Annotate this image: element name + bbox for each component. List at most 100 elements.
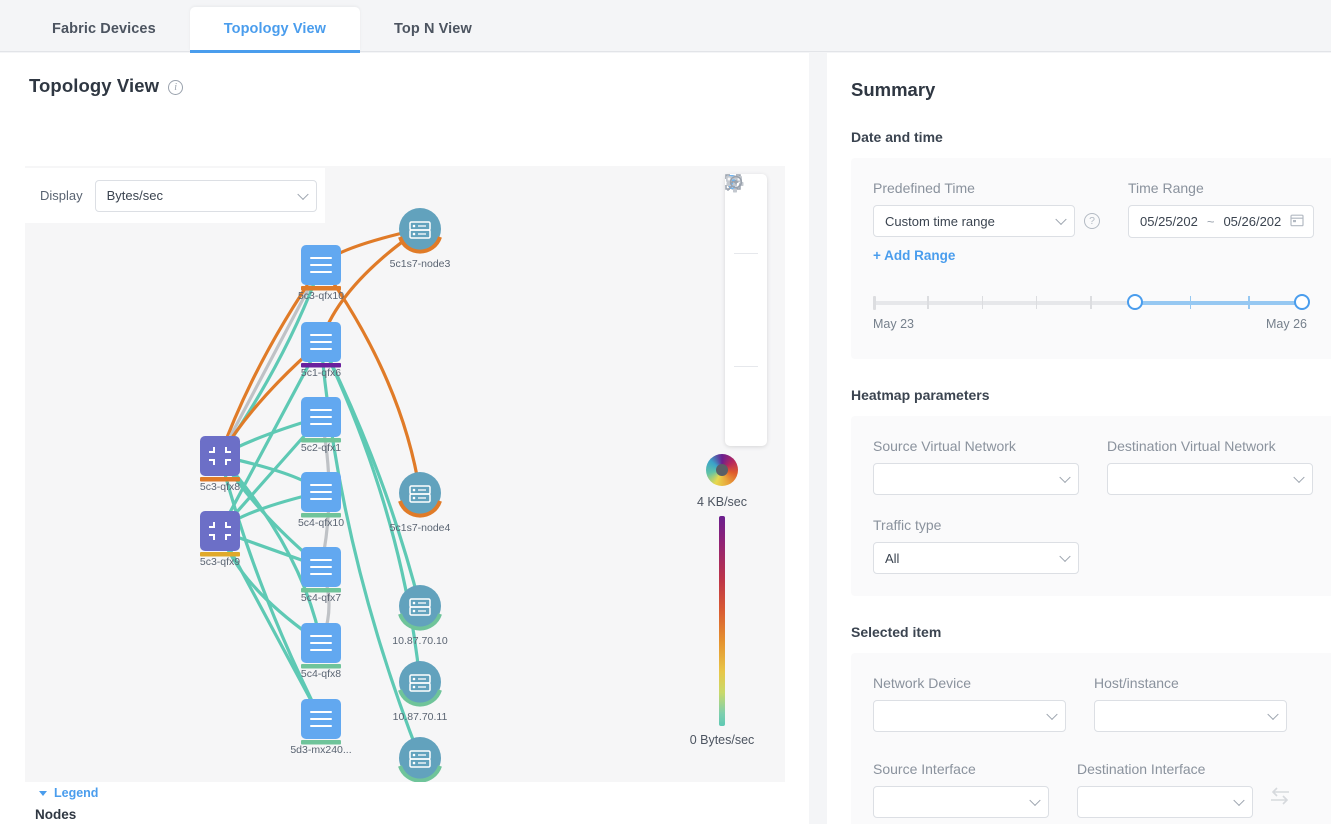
topology-node-spine[interactable]: 5c3-qfx8	[200, 436, 240, 493]
display-select[interactable]: Bytes/sec	[94, 179, 317, 212]
traffic-type-select[interactable]: All	[873, 542, 1079, 574]
time-range-separator: ~	[1206, 214, 1215, 229]
source-interface-label: Source Interface	[873, 761, 976, 777]
topology-node-label: 5c4-qfx8	[301, 668, 341, 680]
topology-node-label: 5c1s7-node3	[390, 258, 451, 270]
topology-node-host[interactable]: 5c1s7-node4	[390, 472, 451, 534]
traffic-type-label: Traffic type	[873, 517, 942, 533]
slider-fill	[1135, 301, 1304, 305]
topology-node-host[interactable]: 10.87.70.11	[393, 661, 448, 723]
topology-node-leaf[interactable]: 5c4-qfx10	[298, 472, 344, 529]
chevron-down-icon	[1029, 794, 1041, 807]
topology-node-label: 5c2-qfx1	[301, 442, 341, 454]
destination-virtual-network-label: Destination Virtual Network	[1107, 438, 1276, 454]
info-icon[interactable]: i	[168, 80, 184, 95]
graph-toolbar	[725, 174, 767, 446]
destination-interface-select[interactable]	[1077, 786, 1253, 818]
topology-node-label: 5c4-qfx7	[301, 592, 341, 604]
topology-graph[interactable]: 5c1s7-node3 5c3-qfx10 5c1-qfx6 5c2-qfx1 5c3-…	[25, 166, 785, 782]
tab-topology-view[interactable]: Topology View	[189, 7, 361, 53]
selected-item-row-2: Source Interface Destination Interface	[873, 761, 1307, 818]
traffic-type-value: All	[885, 550, 900, 566]
topology-node-label: 10.87.70.10	[392, 635, 448, 647]
topology-node-leaf[interactable]: 5c4-qfx7	[301, 547, 341, 604]
topology-node-label: 5c1s7-node4	[390, 522, 451, 534]
time-slider[interactable]: May 23 May 26	[873, 294, 1310, 337]
topology-node-host[interactable]: 5c1s7-node3	[390, 208, 451, 270]
destination-virtual-network-select[interactable]	[1107, 463, 1313, 495]
chevron-down-icon	[1046, 708, 1058, 721]
slider-tick	[981, 296, 983, 309]
predefined-time-select[interactable]: Custom time range	[873, 205, 1075, 237]
slider-labels: May 23 May 26	[873, 317, 1307, 331]
slider-tick	[1248, 296, 1250, 309]
topology-node-label: 5c1-qfx6	[301, 367, 341, 379]
topology-node-leaf[interactable]: 5c3-qfx10	[298, 245, 344, 302]
slider-handle-start[interactable]	[1126, 294, 1143, 310]
color-wheel-icon[interactable]	[706, 454, 738, 486]
summary-title: Summary	[851, 79, 936, 100]
chevron-down-icon	[296, 188, 309, 200]
topology-node-leaf[interactable]: 5c2-qfx1	[301, 397, 341, 454]
time-range-input[interactable]: 05/25/202 ~ 05/26/202	[1128, 205, 1314, 238]
slider-tick	[1090, 296, 1092, 309]
radial-layout-icon[interactable]	[725, 175, 767, 361]
display-control: Display Bytes/sec	[25, 168, 325, 223]
source-virtual-network-select[interactable]	[873, 463, 1079, 495]
topology-node-leaf[interactable]: 5c4-qfx8	[301, 623, 341, 680]
time-range-end[interactable]: 05/26/202	[1223, 214, 1281, 229]
topology-node-host[interactable]: 10.87.70.10	[392, 585, 448, 647]
host-instance-select[interactable]	[1094, 700, 1287, 732]
zoom-in-icon[interactable]	[725, 175, 767, 406]
display-label: Display	[40, 188, 83, 203]
swap-direction-icon[interactable]	[1269, 787, 1291, 818]
topology-node-spine[interactable]: 5c3-qfx9	[200, 511, 240, 568]
time-range-start[interactable]: 05/25/202	[1140, 214, 1198, 229]
legend-toggle[interactable]: Legend	[25, 782, 115, 803]
chevron-down-icon	[1293, 471, 1305, 484]
tab-fabric-devices[interactable]: Fabric Devices	[18, 7, 190, 52]
destination-interface-label: Destination Interface	[1077, 761, 1206, 777]
topology-canvas[interactable]: 5c1s7-node3 5c3-qfx10 5c1-qfx6 5c2-qfx1 5c3-…	[25, 166, 785, 782]
topology-node-label: 5c3-qfx9	[200, 556, 240, 568]
calendar-icon[interactable]	[1290, 213, 1304, 230]
network-device-label: Network Device	[873, 675, 972, 691]
time-fields-row: Predefined Time Custom time range ? + Ad…	[873, 180, 1314, 263]
toolbar-divider-2	[734, 366, 758, 367]
chevron-down-icon	[1059, 471, 1071, 484]
section-date-and-time-label: Date and time	[851, 129, 943, 145]
selected-item-row-1: Network Device Host/instance	[873, 675, 1307, 732]
help-icon[interactable]: ?	[1084, 213, 1100, 229]
tab-top-n-view[interactable]: Top N View	[360, 7, 506, 52]
topology-node-leaf[interactable]: 5d3-mx240...	[290, 699, 352, 756]
topology-node-host[interactable]: 10.87.70.12	[392, 737, 448, 782]
vertical-layout-icon[interactable]	[725, 175, 767, 293]
refresh-icon[interactable]	[725, 176, 767, 248]
slider-tick	[1189, 296, 1192, 309]
topology-node-leaf[interactable]: 5c1-qfx6	[301, 322, 341, 379]
chevron-down-icon	[1233, 794, 1245, 807]
predefined-time-value: Custom time range	[885, 213, 995, 229]
topology-node-label: 5c4-qfx10	[298, 517, 344, 529]
topology-node-label: 10.87.70.11	[393, 711, 448, 723]
source-interface-select[interactable]	[873, 786, 1049, 818]
slider-start-tick	[873, 296, 876, 310]
slider-tick	[1035, 296, 1038, 309]
network-device-select[interactable]	[873, 700, 1066, 732]
slider-handle-end[interactable]	[1294, 294, 1310, 310]
slider-tick	[927, 296, 929, 309]
legend-heading: Nodes	[35, 807, 77, 822]
heatmap-row-1: Source Virtual Network Destination Virtu…	[873, 438, 1313, 495]
topology-node-label: 5c3-qfx10	[298, 290, 344, 302]
slider-min-label: May 23	[873, 317, 914, 331]
color-scale-max-label: 4 KB/sec	[696, 495, 748, 509]
add-range-button[interactable]: + Add Range	[873, 248, 1100, 263]
host-instance-label: Host/instance	[1094, 675, 1179, 691]
horizontal-layout-icon[interactable]	[725, 176, 767, 327]
zoom-out-icon[interactable]	[725, 175, 767, 440]
chevron-down-icon	[1059, 550, 1071, 563]
section-heatmap-parameters-label: Heatmap parameters	[851, 387, 990, 403]
source-virtual-network-label: Source Virtual Network	[873, 438, 1016, 454]
predefined-time-label: Predefined Time	[873, 180, 975, 196]
chevron-down-icon	[39, 790, 47, 796]
